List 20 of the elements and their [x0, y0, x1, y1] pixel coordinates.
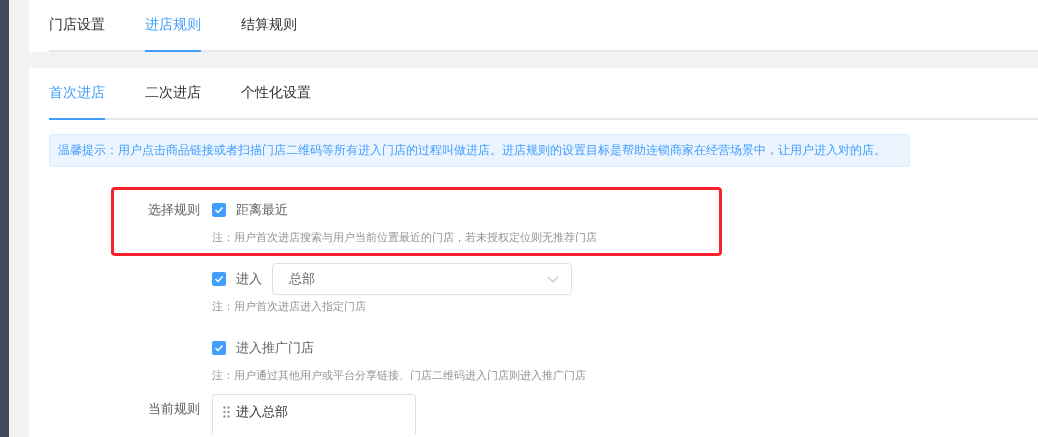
option-note: 注：用户通过其他用户或平台分享链接、门店二维码进入门店则进入推广门店 — [212, 368, 587, 384]
option-label: 进入 — [236, 270, 262, 288]
drag-handle-icon[interactable] — [223, 406, 230, 418]
tab[interactable]: 个性化设置 — [241, 68, 311, 120]
tab[interactable]: 二次进店 — [145, 68, 201, 120]
field-label: 选择规则 — [147, 201, 200, 219]
tab[interactable]: 结算规则 — [241, 0, 297, 52]
option-label: 进入推广门店 — [236, 339, 314, 357]
checkbox[interactable] — [212, 203, 226, 217]
chevron-down-icon — [547, 275, 559, 283]
tab[interactable]: 门店设置 — [49, 0, 105, 52]
rule-item[interactable]: 进入总部 — [236, 403, 288, 421]
option-note: 注：用户首次进店进入指定门店 — [212, 299, 367, 315]
field-label: 当前规则 — [147, 400, 200, 418]
tip-banner: 温馨提示：用户点击商品链接或者扫描门店二维码等所有进入门店的过程叫做进店。进店规则的设置目标是帮助连锁商家在经营场景中，让用户进入对的店。 — [49, 134, 910, 167]
checkbox[interactable] — [212, 341, 226, 355]
option-note: 注：用户首次进店搜索与用户当前位置最近的门店，若未授权定位则无推荐门店 — [212, 230, 598, 246]
store-select[interactable]: 总部 — [272, 263, 572, 295]
checkbox[interactable] — [212, 272, 226, 286]
option-label: 距离最近 — [236, 201, 288, 219]
